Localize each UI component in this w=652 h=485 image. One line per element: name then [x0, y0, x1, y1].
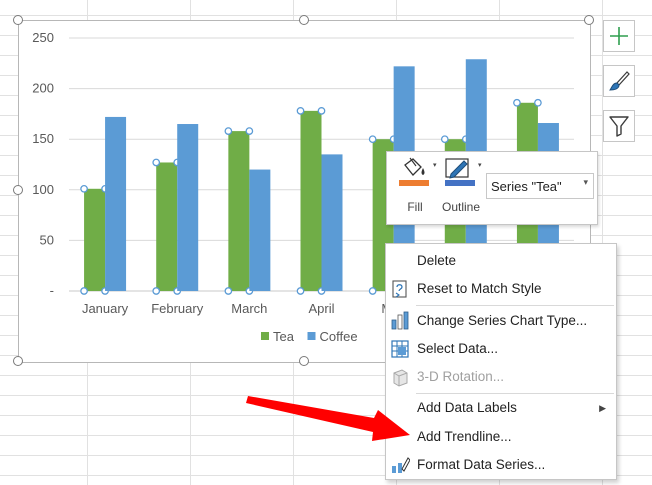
series-selection-handle	[152, 287, 161, 295]
y-tick-label: 50	[40, 232, 54, 247]
legend-swatch-tea	[261, 332, 269, 340]
y-tick-label: 200	[32, 81, 54, 96]
resize-handle-bottom[interactable]	[299, 356, 309, 366]
menu-item-add-trendline[interactable]: Add Trendline...	[386, 424, 616, 451]
series-selection-handle	[513, 98, 521, 107]
series-selection-handle	[368, 135, 377, 144]
menu-item-label: Delete	[417, 253, 457, 268]
bar-coffee	[105, 116, 127, 291]
menu-item-change-series-chart-type[interactable]: Change Series Chart Type...	[386, 308, 616, 335]
series-selection-handle	[317, 107, 326, 115]
context-menu: Delete Reset to Match Style Change Serie…	[385, 243, 617, 480]
menu-separator	[416, 305, 614, 306]
series-selection-handle	[534, 98, 542, 107]
fill-label: Fill	[407, 200, 423, 214]
y-tick-label: 100	[32, 182, 54, 197]
x-tick-label: January	[82, 301, 129, 316]
chart-styles-button[interactable]	[603, 65, 635, 97]
plus-icon	[610, 27, 628, 45]
mini-toolbar: ▾ Fill ▾ Outline Series "Tea" ▾	[386, 151, 598, 225]
legend-swatch-coffee	[307, 332, 316, 340]
chevron-down-icon: ▾	[583, 177, 588, 187]
y-tick-label: 150	[32, 131, 54, 146]
filter-icon	[609, 116, 629, 137]
series-selection-handle	[224, 127, 233, 135]
series-selection-handle	[368, 287, 377, 295]
outline-label: Outline	[441, 200, 481, 214]
chart-type-icon	[391, 311, 409, 330]
resize-handle-left[interactable]	[13, 185, 23, 195]
bar-tea	[84, 188, 106, 291]
menu-item-delete[interactable]: Delete	[386, 248, 616, 275]
outline-pen-icon: ▾	[445, 158, 482, 186]
series-select-dropdown[interactable]: Series "Tea" ▾	[486, 173, 594, 199]
menu-item-label: Format Data Series...	[417, 457, 546, 472]
x-tick-label: February	[151, 301, 204, 316]
fill-button[interactable]: ▾ Fill	[390, 156, 440, 220]
menu-item-label: 3-D Rotation...	[417, 369, 505, 384]
y-tick-label: -	[50, 283, 54, 298]
menu-item-select-data[interactable]: Select Data...	[386, 336, 616, 363]
menu-item-label: Change Series Chart Type...	[417, 313, 588, 328]
chart-elements-button[interactable]	[603, 20, 635, 52]
reset-style-icon	[392, 280, 407, 298]
menu-item-3d-rotation: 3-D Rotation...	[386, 364, 616, 391]
resize-handle-bottom-left[interactable]	[13, 356, 23, 366]
series-selection-handle	[296, 287, 305, 295]
bar-coffee	[249, 169, 271, 291]
y-tick-label: 250	[32, 30, 54, 45]
menu-item-reset-to-match-style[interactable]: Reset to Match Style	[386, 276, 616, 303]
x-tick-label: April	[308, 301, 334, 316]
series-select-value: Series "Tea"	[491, 179, 562, 194]
series-selection-handle	[152, 158, 161, 167]
series-selection-handle	[296, 107, 305, 115]
menu-separator	[416, 393, 614, 394]
bar-coffee	[177, 124, 199, 292]
bar-tea	[300, 110, 322, 291]
select-data-icon	[391, 340, 409, 358]
menu-item-label: Add Data Labels	[417, 400, 517, 415]
series-selection-handle	[80, 287, 88, 295]
rotation-3d-icon	[393, 369, 408, 387]
brush-icon	[609, 71, 630, 91]
chart-filters-button[interactable]	[603, 110, 635, 142]
series-selection-handle	[245, 127, 254, 135]
legend-entry-tea: Tea	[273, 329, 295, 344]
menu-item-label: Select Data...	[417, 341, 499, 356]
format-series-icon	[392, 457, 410, 473]
submenu-arrow-icon: ▶	[599, 403, 606, 413]
legend-entry-coffee: Coffee	[320, 329, 358, 344]
paint-bucket-icon: ▾	[399, 157, 437, 186]
resize-handle-top-right[interactable]	[584, 15, 594, 25]
resize-handle-top[interactable]	[299, 15, 309, 25]
x-tick-label: March	[231, 301, 267, 316]
menu-item-label: Reset to Match Style	[417, 281, 542, 296]
menu-item-add-data-labels[interactable]: Add Data Labels ▶	[386, 395, 616, 422]
bar-tea	[156, 162, 178, 291]
series-selection-handle	[80, 184, 88, 193]
resize-handle-top-left[interactable]	[13, 15, 23, 25]
bar-tea	[228, 131, 250, 291]
series-selection-handle	[224, 287, 233, 295]
bar-coffee	[321, 154, 343, 291]
series-selection-handle	[440, 135, 449, 144]
menu-item-format-data-series[interactable]: Format Data Series...	[386, 452, 616, 479]
svg-text:▾: ▾	[478, 162, 482, 169]
menu-item-label: Add Trendline...	[417, 429, 512, 444]
outline-button[interactable]: ▾ Outline	[436, 156, 486, 220]
